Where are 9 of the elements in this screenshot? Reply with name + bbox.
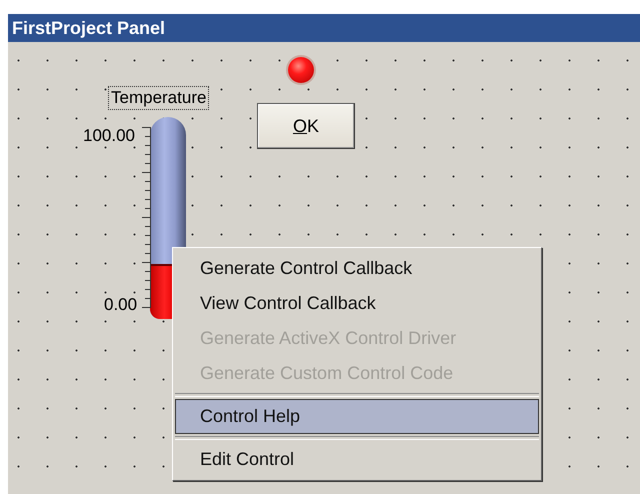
menu-item[interactable]: Control Help — [175, 399, 539, 434]
thermometer-label: Temperature — [108, 86, 210, 110]
menu-item[interactable]: View Control Callback — [175, 286, 539, 321]
menu-item[interactable]: Edit Control — [175, 442, 539, 477]
scale-min-label: 0.00 — [104, 295, 138, 315]
ok-button[interactable]: OK — [257, 103, 355, 149]
menu-item[interactable]: Generate Control Callback — [175, 251, 539, 286]
window-title: FirstProject Panel — [8, 14, 640, 42]
scale-max-label: 100.00 — [83, 126, 135, 146]
